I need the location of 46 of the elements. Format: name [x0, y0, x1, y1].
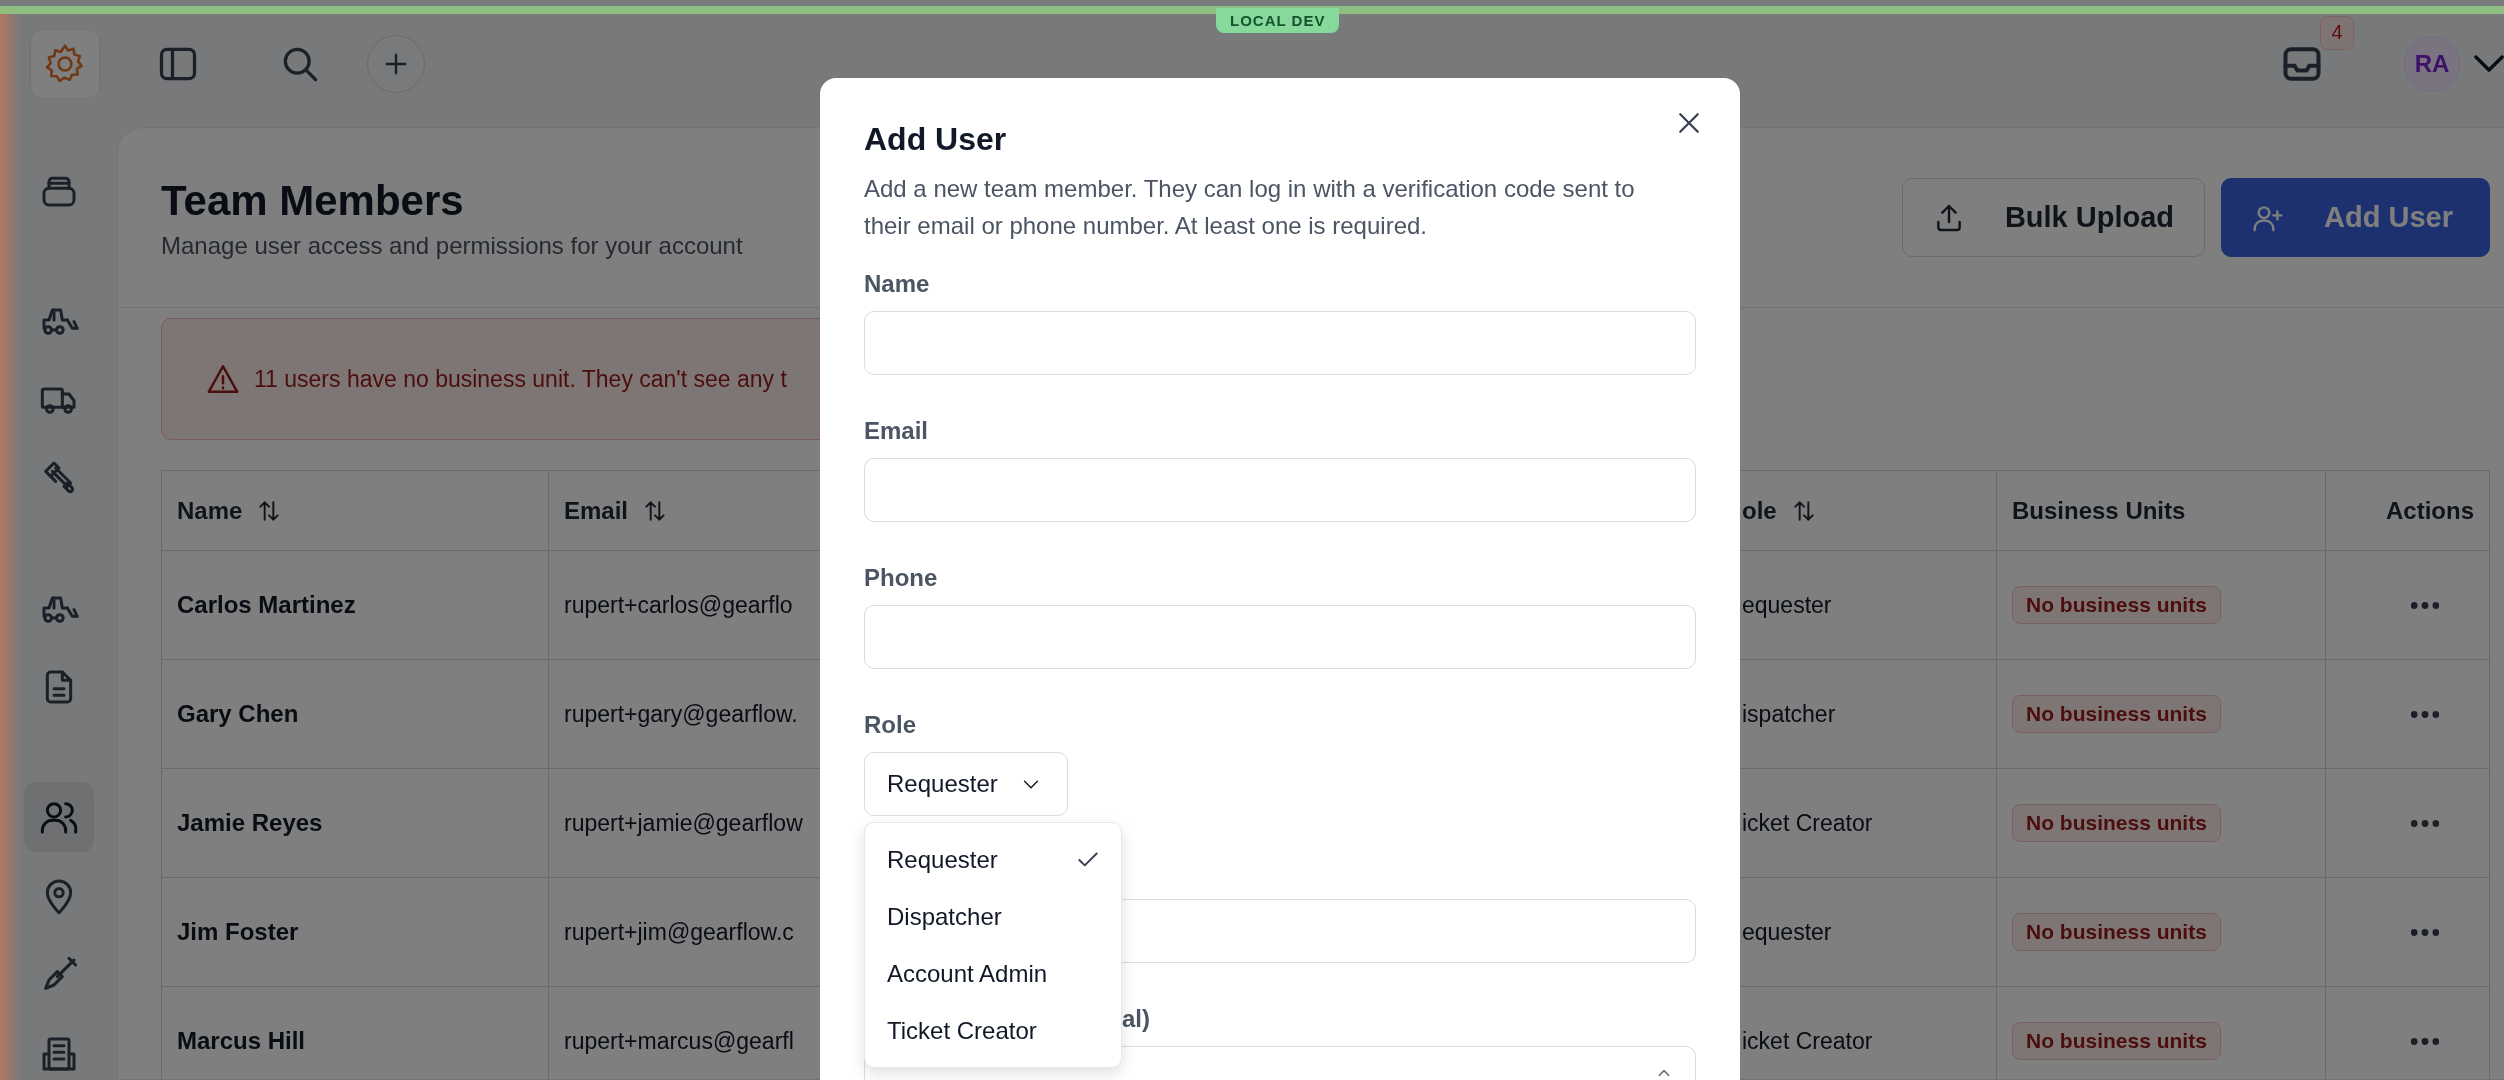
app-logo[interactable] [30, 28, 100, 99]
row-actions-button[interactable] [2411, 1037, 2439, 1045]
notification-count: 4 [2320, 15, 2354, 50]
more-icon [2411, 819, 2439, 827]
business-unit-tag: No business units [2012, 695, 2221, 733]
field-label: al) [1122, 1005, 1150, 1032]
table-cell: Jamie Reyes [162, 769, 549, 878]
page-title: Team Members [161, 175, 465, 226]
warning-text: 11 users have no business unit. They can't see any t [254, 365, 787, 393]
dialog-description: Add a new team member. They can log in with a verification code sent to their email or phone number. At least one is required. [864, 174, 1636, 241]
table-cell: Marcus Hill [162, 987, 549, 1080]
table-cell: Carlos Martinez [162, 551, 549, 660]
more-icon [2411, 710, 2439, 718]
column-header[interactable]: Name [162, 471, 549, 551]
row-actions-button[interactable] [2411, 819, 2439, 827]
text-field[interactable] [864, 605, 1696, 669]
dialog-title: Add User [864, 120, 1007, 159]
more-icon [2411, 1037, 2439, 1045]
bulk-upload-button[interactable]: Bulk Upload [1901, 178, 2206, 257]
menu-option[interactable]: Dispatcher [865, 888, 1121, 945]
sidebar-item[interactable] [23, 782, 94, 852]
menu-option[interactable]: Ticket Creator [865, 1002, 1121, 1059]
text-field[interactable] [864, 311, 1696, 375]
column-header: Business Units [1997, 471, 2326, 551]
role-select[interactable]: Requester [864, 752, 1068, 816]
warning-icon [206, 362, 240, 396]
row-actions-button[interactable] [2411, 601, 2439, 609]
field-label: Email [864, 417, 929, 444]
text-field[interactable] [864, 458, 1696, 522]
column-header: Actions [2326, 471, 2489, 551]
table-cell: Jim Foster [162, 878, 549, 987]
business-unit-tag: No business units [2012, 586, 2221, 624]
chevron-down-icon [2474, 55, 2504, 72]
field-label: Role [864, 711, 916, 738]
more-icon [2411, 601, 2439, 609]
business-unit-tag: No business units [2012, 1022, 2221, 1060]
business-unit-tag: No business units [2012, 804, 2221, 842]
business-unit-tag: No business units [2012, 913, 2221, 951]
environment-badge: LOCAL DEV [1216, 8, 1340, 33]
table-cell: Gary Chen [162, 660, 549, 769]
field-label: Phone [864, 564, 938, 591]
field-label: Name [864, 270, 930, 297]
row-actions-button[interactable] [2411, 928, 2439, 936]
row-actions-button[interactable] [2411, 710, 2439, 718]
page-subtitle: Manage user access and permissions for your account [161, 231, 743, 260]
more-icon [2411, 928, 2439, 936]
